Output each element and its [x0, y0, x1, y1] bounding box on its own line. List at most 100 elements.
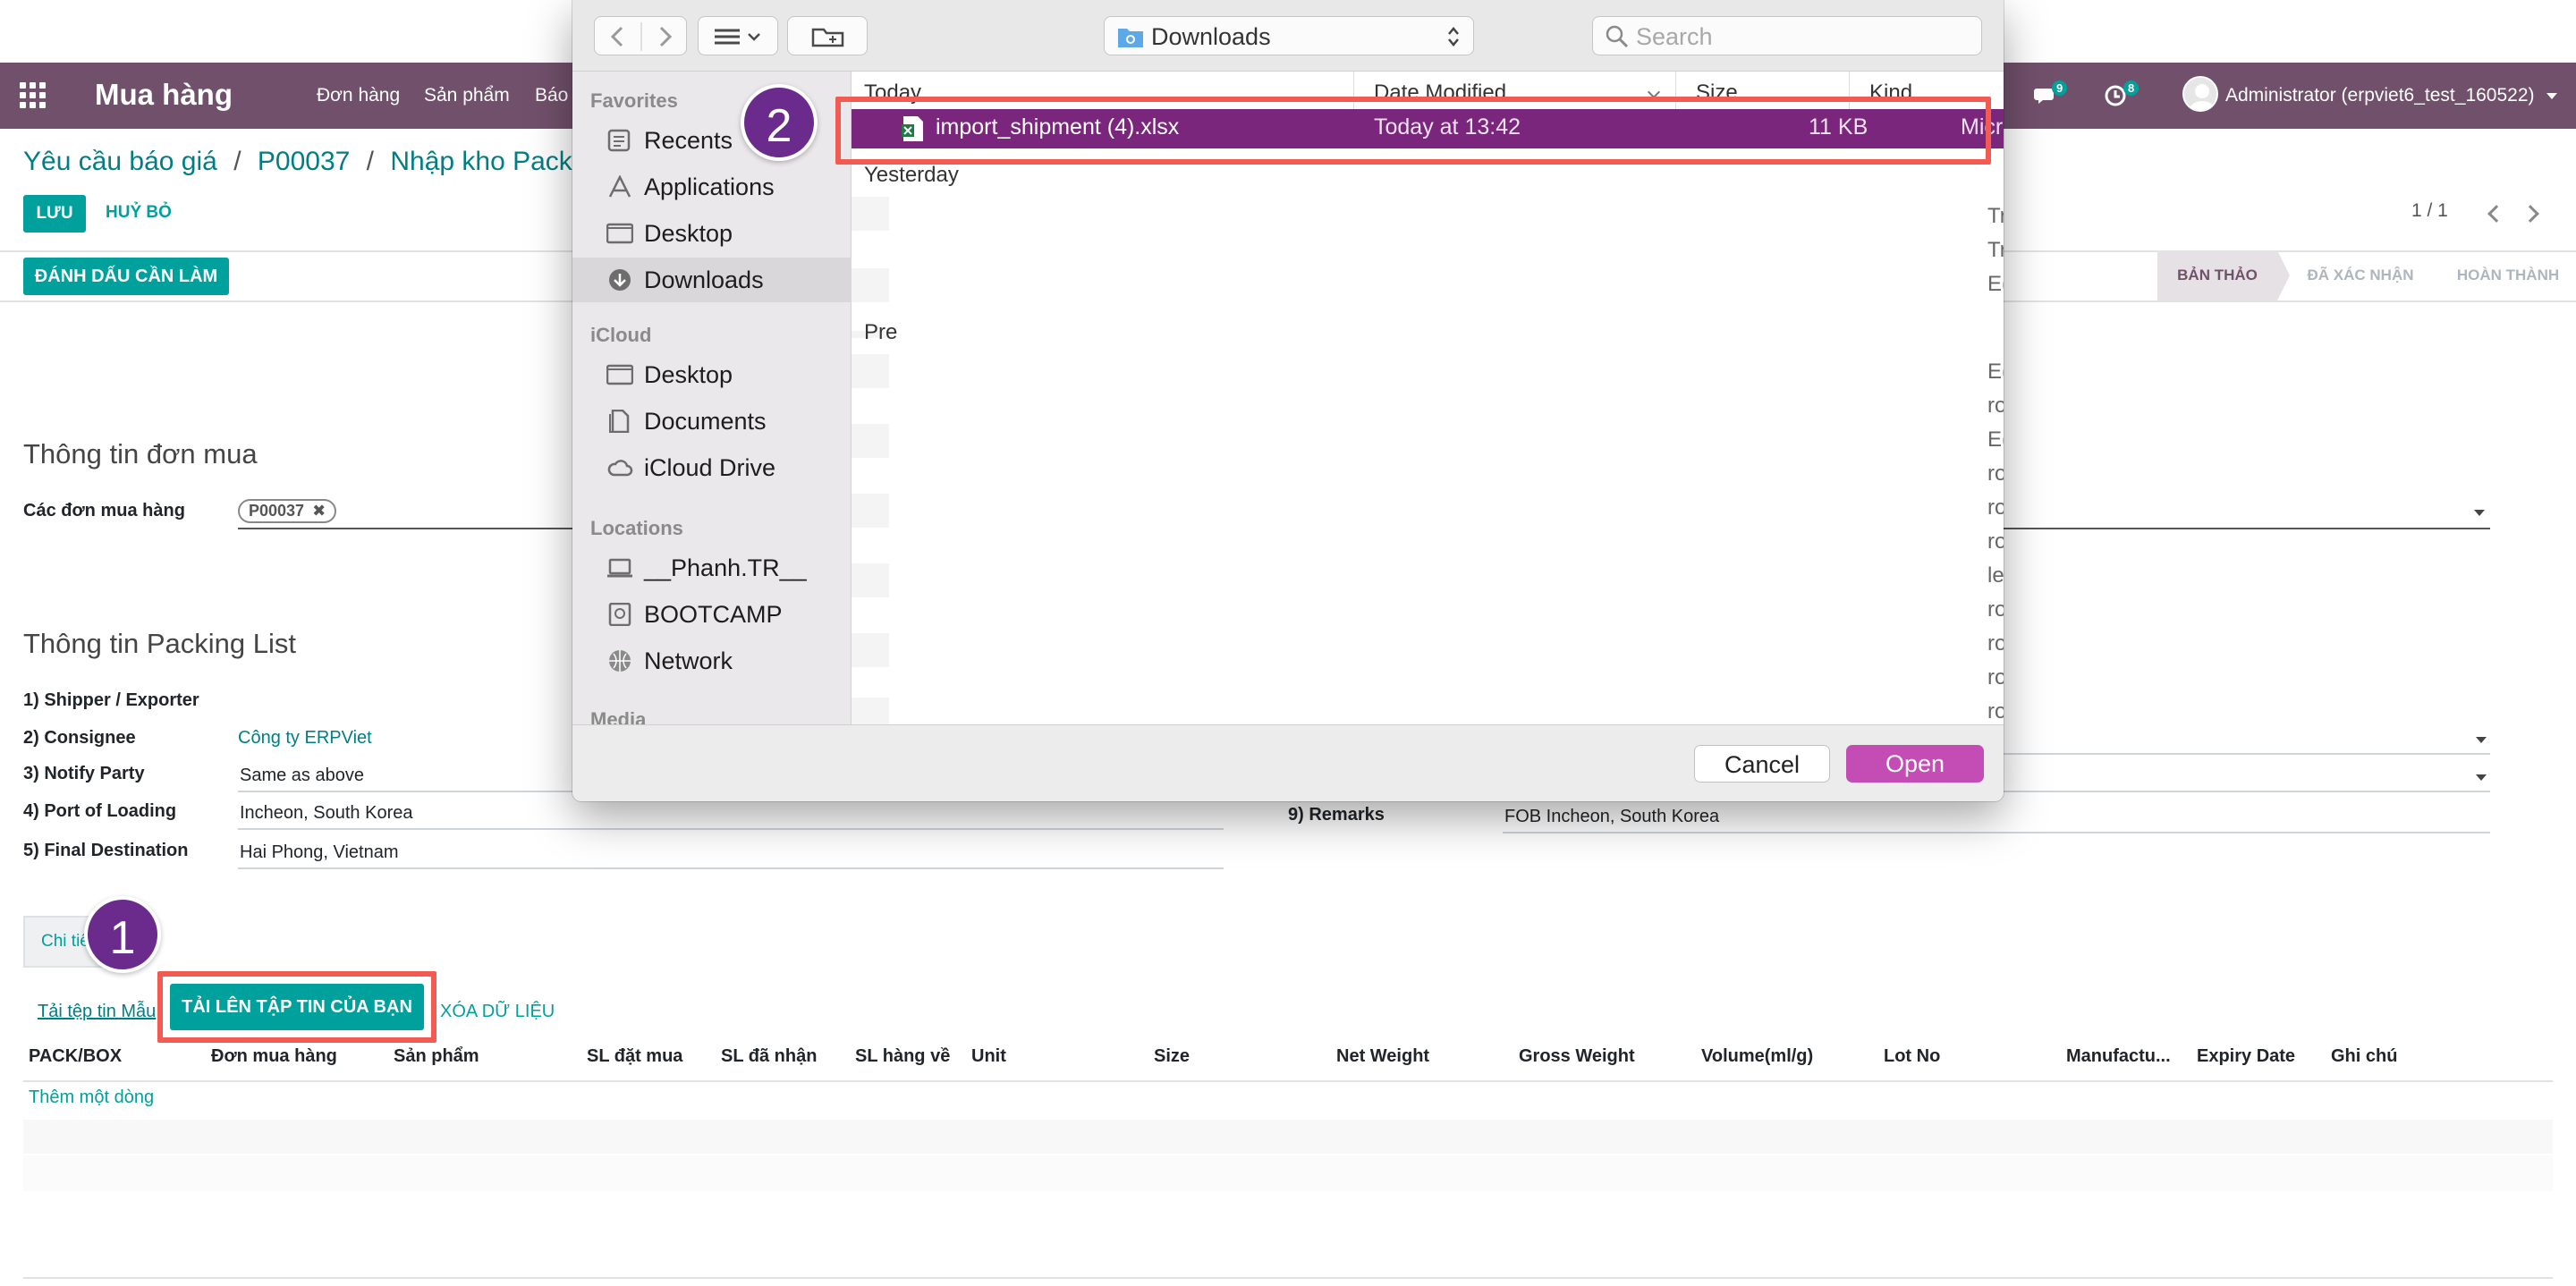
app-name[interactable]: Mua hàng [95, 75, 233, 114]
col-size[interactable]: Size [1154, 1046, 1190, 1067]
port-loading-label: 4) Port of Loading [23, 801, 177, 821]
upload-file-button[interactable]: TẢI LÊN TẬP TIN CỦA BẠN [170, 984, 424, 1030]
user-avatar[interactable] [2182, 76, 2218, 112]
col-purchase-order[interactable]: Đơn mua hàng [211, 1046, 337, 1067]
notify-party-label: 3) Notify Party [23, 764, 145, 783]
pager-value[interactable]: 1 / 1 [2411, 200, 2448, 222]
final-destination-field[interactable]: Hai Phong, Vietnam [240, 842, 399, 863]
stage-confirmed[interactable]: ĐÃ XÁC NHẬN [2293, 250, 2428, 300]
view-options-button[interactable] [698, 16, 778, 55]
col-qty-arrived[interactable]: SL hàng về [855, 1046, 950, 1067]
stage-draft[interactable]: BẢN THẢO [2157, 250, 2277, 300]
breadcrumb-rfq[interactable]: Yêu cầu báo giá [23, 147, 217, 176]
recents-icon [607, 129, 631, 152]
new-folder-icon [811, 28, 844, 47]
consignee-dropdown-icon[interactable] [2476, 737, 2487, 743]
pager-prev-icon[interactable] [2487, 205, 2505, 223]
folder-icon [1118, 29, 1143, 47]
location-name: Downloads [1151, 23, 1271, 50]
notify-party-dropdown-icon[interactable] [2476, 774, 2487, 781]
cloud-icon [607, 460, 633, 477]
col-qty-received[interactable]: SL đã nhận [721, 1046, 817, 1067]
consignee-label: 2) Consignee [23, 728, 136, 748]
pager-next-icon[interactable] [2521, 205, 2539, 223]
search-field[interactable]: Search [1592, 16, 1982, 55]
caret-down-icon [2546, 92, 2558, 99]
col-volume[interactable]: Volume(ml/g) [1701, 1046, 1813, 1067]
sidebar-bootcamp[interactable]: BOOTCAMP [572, 592, 852, 637]
disk-icon [608, 603, 631, 626]
breadcrumb-order[interactable]: P00037 [258, 147, 350, 176]
chat-button[interactable]: 9 [2032, 79, 2077, 111]
group-yesterday: Yesterday [864, 163, 959, 187]
remarks-field[interactable]: FOB Incheon, South Korea [1504, 807, 1719, 827]
stage-done[interactable]: HOÀN THÀNH [2438, 250, 2576, 300]
search-placeholder: Search [1636, 23, 1713, 50]
favorites-header: Favorites [590, 89, 678, 112]
menu-products[interactable]: Sản phẩm [424, 84, 510, 107]
col-product[interactable]: Sản phẩm [394, 1046, 479, 1067]
col-unit[interactable]: Unit [971, 1046, 1006, 1067]
consignee-field[interactable]: Công ty ERPViet [238, 728, 372, 749]
user-name: Administrator (erpviet6_test_160522) [2225, 85, 2535, 106]
open-button[interactable]: Open [1846, 745, 1984, 783]
remove-tag-icon[interactable]: ✖ [312, 502, 326, 520]
forward-button[interactable] [641, 17, 688, 56]
locations-header: Locations [590, 517, 683, 539]
menu-reports[interactable]: Báo [535, 84, 568, 107]
packing-section-title: Thông tin Packing List [23, 628, 297, 659]
col-net-weight[interactable]: Net Weight [1336, 1046, 1429, 1067]
new-folder-button[interactable] [787, 16, 868, 55]
back-button[interactable] [595, 17, 641, 56]
dialog-sidebar: Favorites Recents Applications Desktop D… [572, 72, 852, 731]
location-popup[interactable]: Downloads [1104, 16, 1474, 55]
lines-table-header: PACK/BOX Đơn mua hàng Sản phẩm SL đặt mu… [0, 1046, 2576, 1079]
remarks-label: 9) Remarks [1288, 805, 1385, 825]
col-manufacture[interactable]: Manufactu... [2066, 1046, 2171, 1067]
purchase-orders-dropdown-icon[interactable] [2474, 510, 2485, 516]
back-forward-buttons [594, 16, 687, 55]
step-1-marker: 1 [84, 896, 161, 973]
chevron-left-icon [610, 26, 623, 47]
sidebar-network[interactable]: Network [572, 639, 852, 683]
po-tag[interactable]: P00037 ✖ [238, 499, 337, 523]
downloads-icon [609, 269, 631, 291]
sidebar-icloud-drive[interactable]: iCloud Drive [572, 445, 852, 490]
activity-button[interactable]: 8 [2104, 79, 2148, 111]
col-expiry-date[interactable]: Expiry Date [2197, 1046, 2295, 1067]
user-menu[interactable]: Administrator (erpviet6_test_160522) [2225, 84, 2558, 107]
po-tag-label: P00037 [249, 502, 305, 520]
add-line-link[interactable]: Thêm một dòng [29, 1087, 154, 1108]
mark-todo-button[interactable]: ĐÁNH DẤU CẦN LÀM [23, 258, 229, 295]
clear-data-button[interactable]: XÓA DỮ LIỆU [440, 1002, 555, 1022]
sidebar-downloads[interactable]: Downloads [572, 258, 852, 302]
port-loading-field[interactable]: Incheon, South Korea [240, 803, 412, 824]
col-gross-weight[interactable]: Gross Weight [1519, 1046, 1635, 1067]
col-note[interactable]: Ghi chú [2331, 1046, 2397, 1067]
documents-icon [609, 410, 630, 433]
col-pack-box[interactable]: PACK/BOX [29, 1046, 122, 1067]
discard-button[interactable]: HUỶ BỎ [106, 203, 172, 223]
save-button[interactable]: LƯU [23, 195, 86, 233]
laptop-icon [607, 558, 632, 578]
file-list: Today Date Modified Size Kind import_shi… [852, 72, 2004, 724]
sidebar-desktop[interactable]: Desktop [572, 211, 852, 256]
breadcrumb: Yêu cầu báo giá / P00037 / Nhập kho Pack… [23, 147, 631, 176]
sidebar-icloud-desktop[interactable]: Desktop [572, 352, 852, 397]
chevron-right-icon [659, 26, 673, 47]
dialog-toolbar: Downloads Search [572, 0, 2004, 72]
cancel-button[interactable]: Cancel [1694, 745, 1830, 783]
download-template-link[interactable]: Tải tệp tin Mẫu [38, 1002, 156, 1022]
desktop-icon [606, 364, 633, 385]
sidebar-documents[interactable]: Documents [572, 399, 852, 444]
menu-orders[interactable]: Đơn hàng [317, 84, 400, 107]
col-lot-no[interactable]: Lot No [1884, 1046, 1940, 1067]
activity-count-badge: 8 [2123, 80, 2140, 96]
sidebar-computer[interactable]: __Phanh.TR__ [572, 546, 852, 590]
icloud-header: iCloud [590, 324, 652, 346]
notify-party-field[interactable]: Same as above [240, 766, 364, 786]
sidebar-applications[interactable]: Applications [572, 165, 852, 209]
col-qty-ordered[interactable]: SL đặt mua [587, 1046, 682, 1067]
apps-menu-icon[interactable] [20, 82, 47, 109]
network-globe-icon [609, 650, 631, 672]
